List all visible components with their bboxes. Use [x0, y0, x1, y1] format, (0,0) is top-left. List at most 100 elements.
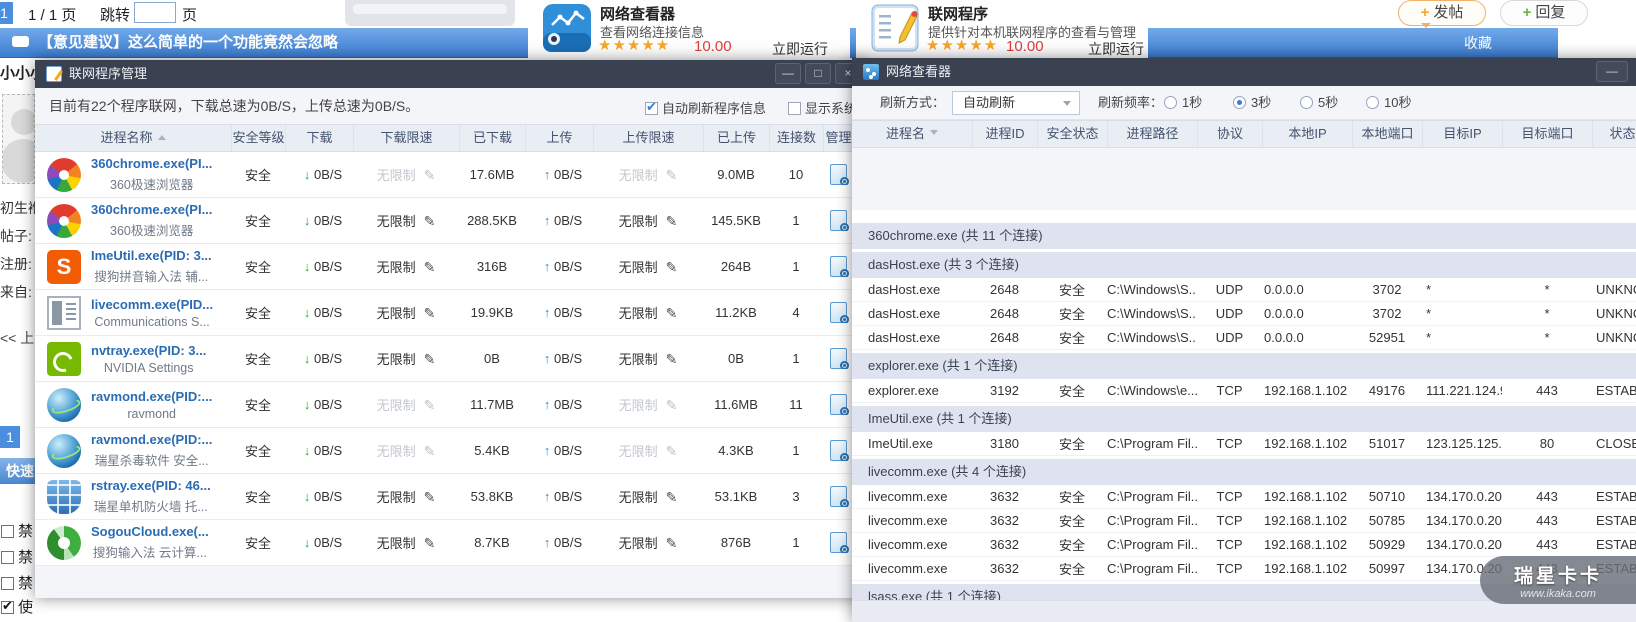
col-manage[interactable]: 管理: [823, 125, 853, 151]
option-checkbox[interactable]: 禁: [1, 572, 33, 593]
titlebar[interactable]: 联网程序管理 — □ ×: [35, 60, 865, 88]
new-post-button[interactable]: +发帖: [1398, 0, 1486, 26]
edit-pencil-icon[interactable]: ✎: [666, 489, 678, 505]
manage-icon[interactable]: [830, 440, 847, 461]
minimize-button[interactable]: —: [775, 63, 801, 84]
col-security-grade[interactable]: 安全等级: [231, 125, 285, 151]
col-security-status[interactable]: 安全状态: [1037, 121, 1107, 147]
col-state[interactable]: 状态: [1592, 121, 1636, 147]
process-name[interactable]: 360chrome.exe(PI...: [91, 156, 212, 171]
col-upload-limit[interactable]: 上传限速: [593, 125, 703, 151]
col-process-name[interactable]: 进程名: [852, 121, 972, 147]
col-download-limit[interactable]: 下载限速: [353, 125, 459, 151]
option-checkbox[interactable]: 禁: [1, 546, 33, 567]
process-group-row[interactable]: livecomm.exe (共 4 个连接): [852, 459, 1636, 485]
process-row[interactable]: nvtray.exe(PID: 3...NVIDIA Settings 安全 ↓…: [35, 336, 853, 382]
manage-icon[interactable]: [830, 532, 847, 553]
refresh-mode-dropdown[interactable]: 自动刷新: [952, 91, 1080, 115]
connection-row[interactable]: livecomm.exe 3632 安全 C:\Program Fil... T…: [852, 533, 1636, 557]
process-row[interactable]: livecomm.exe(PID...Communications S... 安…: [35, 290, 853, 336]
edit-pencil-icon[interactable]: ✎: [424, 213, 436, 229]
process-name[interactable]: nvtray.exe(PID: 3...: [91, 343, 206, 358]
process-row[interactable]: 360chrome.exe(PI...360极速浏览器 安全 ↓ 0B/S 无限…: [35, 152, 853, 198]
col-local-ip[interactable]: 本地IP: [1262, 121, 1352, 147]
process-group-row[interactable]: dasHost.exe (共 3 个连接): [852, 252, 1636, 278]
process-group-row[interactable]: 360chrome.exe (共 11 个连接): [852, 223, 1636, 249]
col-protocol[interactable]: 协议: [1197, 121, 1262, 147]
process-name[interactable]: ravmond.exe(PID:...: [91, 389, 212, 404]
col-connections[interactable]: 连接数: [769, 125, 823, 151]
col-download[interactable]: 下载: [285, 125, 353, 151]
option-checkbox[interactable]: 禁: [1, 520, 33, 541]
connection-row[interactable]: dasHost.exe 2648 安全 C:\Windows\S... UDP …: [852, 326, 1636, 350]
process-row[interactable]: 360chrome.exe(PI...360极速浏览器 安全 ↓ 0B/S 无限…: [35, 198, 853, 244]
manage-icon[interactable]: [830, 348, 847, 369]
manage-icon[interactable]: [830, 256, 847, 277]
col-target-ip[interactable]: 目标IP: [1422, 121, 1502, 147]
rate-option-1s[interactable]: 1秒: [1164, 86, 1202, 120]
edit-pencil-icon[interactable]: ✎: [666, 443, 678, 459]
edit-pencil-icon[interactable]: ✎: [424, 489, 436, 505]
col-local-port[interactable]: 本地端口: [1352, 121, 1422, 147]
process-row[interactable]: S ImeUtil.exe(PID: 3...搜狗拼音输入法 辅... 安全 ↓…: [35, 244, 853, 290]
process-name[interactable]: 360chrome.exe(PI...: [91, 202, 212, 217]
titlebar[interactable]: 网络查看器 —: [852, 58, 1636, 86]
current-page-box[interactable]: 1: [0, 2, 13, 24]
tool-card-network-viewer[interactable]: 网络查看器 查看网络连接信息 ★★★★★ 10.00 立即运行: [528, 0, 850, 58]
reply-button[interactable]: +回复: [1500, 0, 1588, 26]
edit-pencil-icon[interactable]: ✎: [666, 535, 678, 551]
connection-row[interactable]: livecomm.exe 3632 安全 C:\Program Fil... T…: [852, 509, 1636, 533]
maximize-button[interactable]: □: [805, 63, 831, 84]
process-name[interactable]: ImeUtil.exe(PID: 3...: [91, 248, 212, 263]
favorite-link[interactable]: 收藏: [1464, 28, 1492, 58]
connection-row[interactable]: livecomm.exe 3632 安全 C:\Program Fil... T…: [852, 485, 1636, 509]
edit-pencil-icon[interactable]: ✎: [666, 167, 678, 183]
process-row[interactable]: ravmond.exe(PID:...瑞星杀毒软件 安全... 安全 ↓ 0B/…: [35, 428, 853, 474]
col-process-name[interactable]: 进程名称: [35, 125, 231, 151]
edit-pencil-icon[interactable]: ✎: [666, 351, 678, 367]
option-checkbox[interactable]: 使: [1, 596, 33, 617]
edit-pencil-icon[interactable]: ✎: [424, 351, 436, 367]
tool-card-network-programs[interactable]: 联网程序 提供针对本机联网程序的查看与管理 ★★★★★ 10.00 立即运行: [856, 0, 1148, 58]
connection-row[interactable]: dasHost.exe 2648 安全 C:\Windows\S... UDP …: [852, 302, 1636, 326]
process-row[interactable]: ravmond.exe(PID:...ravmond 安全 ↓ 0B/S 无限制…: [35, 382, 853, 428]
edit-pencil-icon[interactable]: ✎: [666, 213, 678, 229]
quick-reply-bar[interactable]: 快速: [0, 458, 35, 484]
edit-pencil-icon[interactable]: ✎: [424, 259, 436, 275]
edit-pencil-icon[interactable]: ✎: [424, 167, 436, 183]
manage-icon[interactable]: [830, 302, 847, 323]
col-target-port[interactable]: 目标端口: [1502, 121, 1592, 147]
edit-pencil-icon[interactable]: ✎: [424, 397, 436, 413]
process-name[interactable]: livecomm.exe(PID...: [91, 297, 213, 312]
col-downloaded[interactable]: 已下载: [459, 125, 525, 151]
edit-pencil-icon[interactable]: ✎: [666, 305, 678, 321]
col-pid[interactable]: 进程ID: [972, 121, 1037, 147]
edit-pencil-icon[interactable]: ✎: [424, 305, 436, 321]
col-path[interactable]: 进程路径: [1107, 121, 1197, 147]
manage-icon[interactable]: [830, 210, 847, 231]
auto-refresh-checkbox[interactable]: 自动刷新程序信息: [645, 98, 766, 117]
sidebar-page-number[interactable]: 1: [0, 426, 20, 448]
edit-pencil-icon[interactable]: ✎: [424, 535, 436, 551]
process-name[interactable]: SogouCloud.exe(...: [91, 524, 209, 539]
rate-option-5s[interactable]: 5秒: [1300, 86, 1338, 120]
connection-row[interactable]: dasHost.exe 2648 安全 C:\Windows\S... UDP …: [852, 278, 1636, 302]
minimize-button[interactable]: —: [1596, 61, 1628, 82]
process-row[interactable]: rstray.exe(PID: 46...瑞星单机防火墙 托... 安全 ↓ 0…: [35, 474, 853, 520]
prev-thread-link[interactable]: << 上: [0, 328, 34, 348]
run-now-link[interactable]: 立即运行: [1088, 39, 1144, 59]
col-upload[interactable]: 上传: [525, 125, 593, 151]
connection-row[interactable]: explorer.exe 3192 安全 C:\Windows\e... TCP…: [852, 379, 1636, 403]
process-name[interactable]: ravmond.exe(PID:...: [91, 432, 212, 447]
rate-option-10s[interactable]: 10秒: [1366, 86, 1411, 120]
process-name[interactable]: rstray.exe(PID: 46...: [91, 478, 211, 493]
edit-pencil-icon[interactable]: ✎: [666, 259, 678, 275]
col-uploaded[interactable]: 已上传: [703, 125, 769, 151]
process-group-row[interactable]: explorer.exe (共 1 个连接): [852, 353, 1636, 379]
manage-icon[interactable]: [830, 486, 847, 507]
edit-pencil-icon[interactable]: ✎: [424, 443, 436, 459]
manage-icon[interactable]: [830, 394, 847, 415]
process-row[interactable]: SogouCloud.exe(...搜狗输入法 云计算... 安全 ↓ 0B/S…: [35, 520, 853, 566]
rate-option-3s[interactable]: 3秒: [1233, 86, 1271, 120]
connection-row[interactable]: ImeUtil.exe 3180 安全 C:\Program Fil... TC…: [852, 432, 1636, 456]
